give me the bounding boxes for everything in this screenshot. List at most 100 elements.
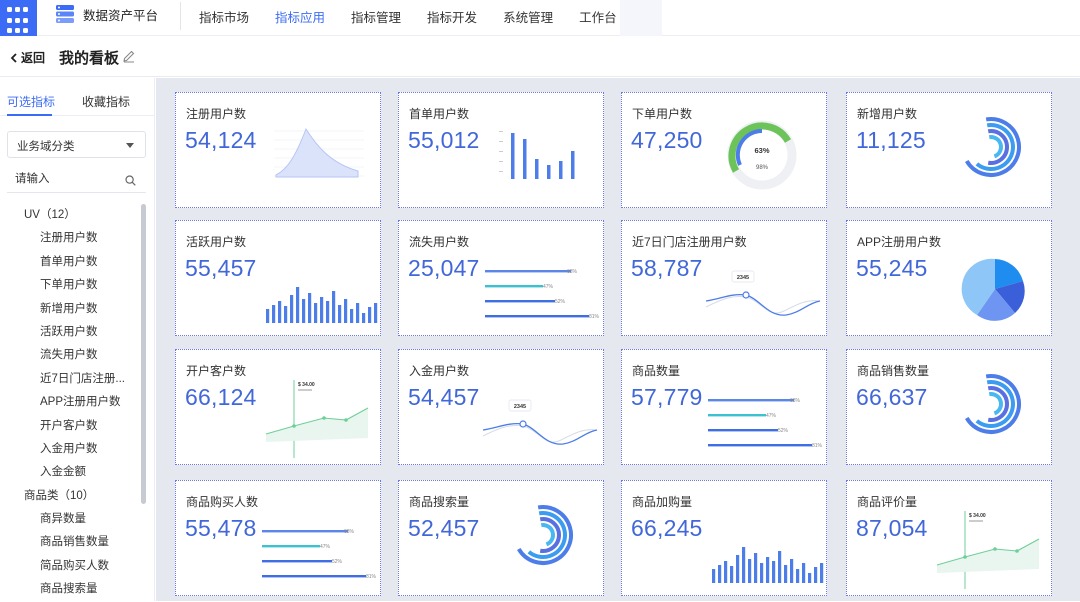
- hbar-label: 47%: [320, 544, 331, 550]
- bar: [814, 567, 817, 583]
- metric-card[interactable]: 首单用户数55,012: [398, 92, 604, 208]
- card-title: 首单用户数: [409, 105, 469, 122]
- app-grid-icon[interactable]: [0, 0, 37, 36]
- metric-card[interactable]: 流失用户数25,04763%47%52%81%: [398, 220, 604, 336]
- metric-card[interactable]: 商品加购量66,245: [621, 480, 827, 596]
- tree-item[interactable]: 入金金额: [0, 461, 142, 484]
- hbar: [485, 270, 571, 272]
- bar: [272, 305, 275, 323]
- active-tab-indicator: [7, 114, 52, 116]
- caret-down-icon: [126, 143, 134, 148]
- card-value: 58,787: [631, 255, 703, 282]
- metric-card[interactable]: APP注册用户数55,245: [846, 220, 1052, 336]
- bar: [535, 159, 539, 179]
- line-point: [1015, 549, 1019, 553]
- card-chart: [497, 125, 587, 181]
- card-chart: [959, 372, 1023, 436]
- bar: [712, 569, 715, 583]
- nav-item-4[interactable]: 系统管理: [503, 7, 553, 26]
- bar: [772, 561, 775, 583]
- tooltip-line: [298, 389, 312, 391]
- wave-point: [520, 421, 526, 427]
- tree-item[interactable]: 首单用户数: [0, 251, 142, 274]
- bar: [332, 291, 335, 323]
- bar: [766, 557, 769, 583]
- chevron-left-icon: [10, 53, 18, 63]
- bar: [802, 563, 805, 583]
- brand[interactable]: 数据资产平台: [54, 3, 158, 25]
- bar: [278, 301, 281, 323]
- sidebar-scrollbar[interactable]: [141, 204, 146, 504]
- tree-item[interactable]: 流失用户数: [0, 344, 142, 367]
- bar: [296, 287, 299, 323]
- bar: [808, 573, 811, 583]
- line-point: [344, 418, 348, 422]
- ring-arc: [989, 394, 1001, 413]
- bar: [754, 553, 757, 583]
- nav-item-5[interactable]: 工作台: [579, 7, 617, 26]
- card-title: 开户客户数: [186, 362, 246, 379]
- tree-item[interactable]: 新增用户数: [0, 298, 142, 321]
- tree-item[interactable]: 商异数量: [0, 508, 142, 531]
- card-value: 55,245: [856, 255, 928, 282]
- bar: [790, 559, 793, 583]
- tree-item[interactable]: 活跃用户数: [0, 321, 142, 344]
- metric-card[interactable]: 新增用户数11,125: [846, 92, 1052, 208]
- bar: [290, 295, 293, 323]
- card-value: 47,250: [631, 127, 703, 154]
- hbar: [485, 300, 555, 302]
- hbar-label: 47%: [766, 413, 777, 419]
- metric-card[interactable]: 注册用户数54,124: [175, 92, 381, 208]
- card-chart: 63%47%52%81%: [479, 265, 609, 325]
- tree-item[interactable]: 简品购买人数: [0, 555, 142, 578]
- bar: [314, 303, 317, 323]
- tick: [499, 171, 503, 172]
- tree-group[interactable]: 商品类（10）: [0, 485, 142, 508]
- edit-icon[interactable]: [122, 49, 136, 63]
- line-point: [292, 424, 296, 428]
- nav-item-1[interactable]: 指标应用: [275, 7, 325, 26]
- card-title: 活跃用户数: [186, 233, 246, 250]
- tree-item[interactable]: APP注册用户数: [0, 391, 142, 414]
- card-title: 商品销售数量: [857, 362, 929, 379]
- tree-item[interactable]: 入金用户数: [0, 438, 142, 461]
- hbar: [485, 285, 543, 287]
- card-chart: 63%47%52%81%: [256, 525, 386, 585]
- tree-item[interactable]: 商品搜索量: [0, 578, 142, 601]
- category-select-value: 业务域分类: [17, 141, 75, 153]
- metric-card[interactable]: 商品搜索量52,457: [398, 480, 604, 596]
- bar: [511, 133, 515, 179]
- tree-item[interactable]: 注册用户数: [0, 227, 142, 250]
- hbar: [708, 429, 778, 431]
- hbar: [708, 444, 812, 446]
- tree-item[interactable]: 商品销售数量: [0, 531, 142, 554]
- metric-card[interactable]: 商品购买人数55,47863%47%52%81%: [175, 480, 381, 596]
- tree-item[interactable]: 下单用户数: [0, 274, 142, 297]
- metric-card[interactable]: 商品销售数量66,637: [846, 349, 1052, 465]
- back-button[interactable]: 返回: [10, 49, 45, 66]
- category-select[interactable]: 业务域分类: [7, 131, 146, 158]
- metric-card[interactable]: 近7日门店注册用户数58,7872345: [621, 220, 827, 336]
- tree-item[interactable]: 近7日门店注册...: [0, 368, 142, 391]
- wave-point: [743, 292, 749, 298]
- metric-card[interactable]: 入金用户数54,4572345: [398, 349, 604, 465]
- card-value: 54,124: [185, 127, 257, 154]
- nav-item-3[interactable]: 指标开发: [427, 7, 477, 26]
- tab-available-metrics[interactable]: 可选指标: [7, 93, 55, 110]
- nav-item-2[interactable]: 指标管理: [351, 7, 401, 26]
- metric-card[interactable]: 商品数量57,77963%47%52%81%: [621, 349, 827, 465]
- bar: [742, 547, 745, 583]
- metric-card[interactable]: 活跃用户数55,457: [175, 220, 381, 336]
- metric-card[interactable]: 开户客户数66,124$ 34.00: [175, 349, 381, 465]
- tab-favorite-metrics[interactable]: 收藏指标: [82, 93, 130, 110]
- search-icon[interactable]: [125, 175, 136, 186]
- nav-item-0[interactable]: 指标市场: [199, 7, 249, 26]
- wave-secondary: [706, 296, 820, 313]
- card-chart: [959, 253, 1031, 325]
- metric-card[interactable]: 下单用户数47,25063%98%: [621, 92, 827, 208]
- card-chart: [262, 277, 380, 325]
- metric-card[interactable]: 商品评价量87,054$ 34.00: [846, 480, 1052, 596]
- tree-item[interactable]: 开户客户数: [0, 415, 142, 438]
- card-value: 66,124: [185, 384, 257, 411]
- tree-group[interactable]: UV（12）: [0, 204, 142, 227]
